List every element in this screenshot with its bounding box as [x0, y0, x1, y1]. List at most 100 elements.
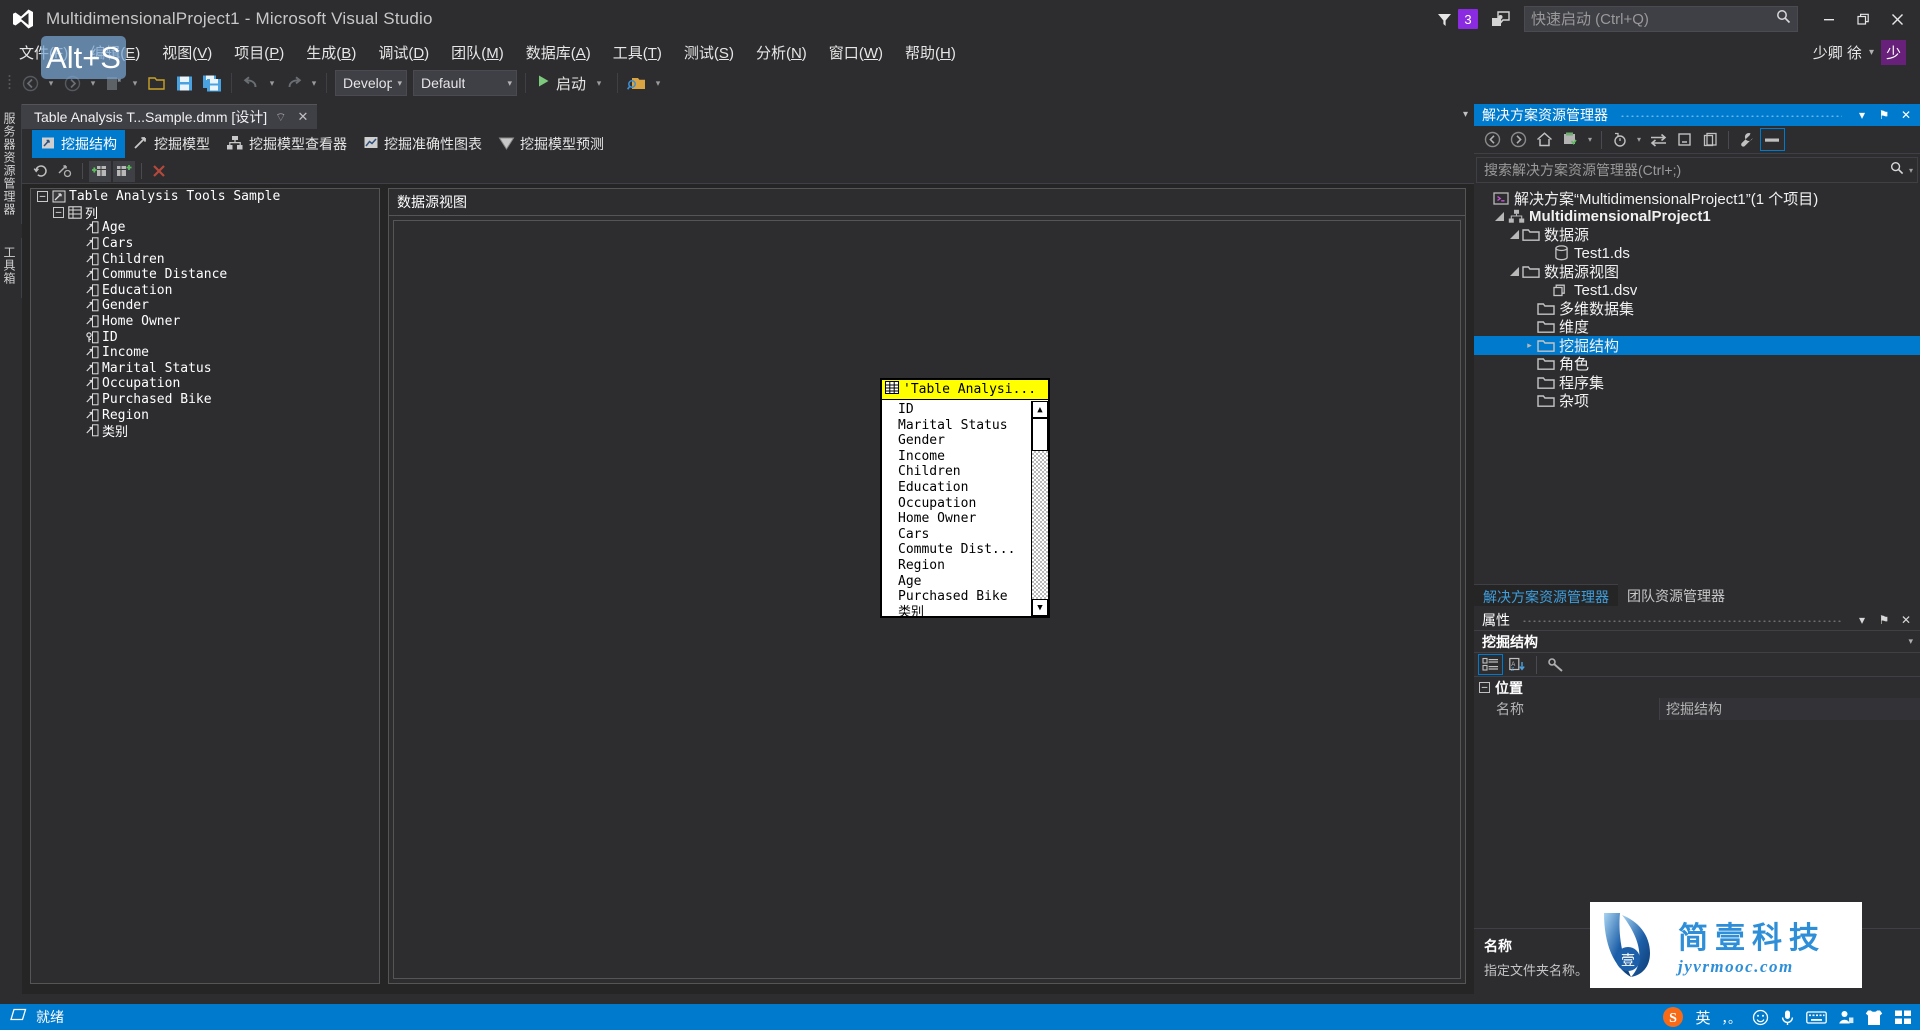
table-column-item[interactable]: Region — [898, 558, 1048, 574]
menu-item-11[interactable]: 窗口(W) — [818, 39, 894, 66]
pending-changes-icon[interactable] — [1558, 128, 1583, 151]
table-column-item[interactable]: Purchased Bike — [898, 589, 1048, 605]
menu-item-12[interactable]: 帮助(H) — [894, 39, 967, 66]
solution-tree-item-5[interactable]: Test1.dsv — [1474, 281, 1920, 299]
data-source-view-canvas[interactable]: 'Table Analysi... ID Marital Status Gender… — [393, 220, 1461, 979]
tree-column-5[interactable]: Gender — [31, 298, 379, 314]
designer-tab-0[interactable]: 挖掘结构 — [32, 130, 125, 158]
menu-item-3[interactable]: 项目(P) — [223, 39, 295, 66]
table-column-item[interactable]: Age — [898, 574, 1048, 590]
navigate-back-icon[interactable] — [16, 69, 44, 97]
properties-close-icon[interactable]: ✕ — [1898, 613, 1914, 627]
table-column-item[interactable]: Occupation — [898, 496, 1048, 512]
properties-dropdown-icon[interactable]: ▾ — [1854, 613, 1870, 627]
sync-with-active-document-icon[interactable] — [1646, 128, 1671, 151]
feedback-filter-icon[interactable] — [1431, 6, 1457, 32]
toolbox-grid-icon[interactable] — [1894, 1009, 1912, 1026]
table-node-scrollbar[interactable]: ▲ ▼ — [1031, 401, 1048, 616]
tree-expander[interactable]: – — [53, 206, 64, 218]
start-caret[interactable]: ▾ — [592, 69, 606, 97]
solution-tree-item-0[interactable]: 解决方案“MultidimensionalProject1”(1 个项目) — [1474, 189, 1920, 208]
home-icon[interactable] — [1532, 128, 1557, 151]
tree-column-4[interactable]: Education — [31, 283, 379, 299]
designer-tab-2[interactable]: 挖掘模型查看器 — [218, 130, 355, 158]
redo-caret[interactable]: ▾ — [307, 69, 321, 97]
table-column-item[interactable]: Children — [898, 464, 1048, 480]
tree-column-2[interactable]: Children — [31, 251, 379, 267]
solution-tree-item-8[interactable]: ▸ 挖掘结构 — [1474, 336, 1920, 355]
properties-drag-dots[interactable] — [1522, 617, 1842, 622]
scrollbar-track[interactable] — [1032, 451, 1048, 599]
solution-tree-item-10[interactable]: 程序集 — [1474, 373, 1920, 392]
chevron-down-icon-2[interactable]: ▾ — [507, 78, 512, 89]
toolbar-grip[interactable] — [4, 72, 16, 94]
show-all-files-caret[interactable]: ▾ — [1633, 128, 1645, 151]
solution-tree-item-9[interactable]: 角色 — [1474, 355, 1920, 373]
save-icon[interactable] — [170, 69, 198, 97]
save-all-icon[interactable] — [198, 69, 226, 97]
solution-explorer-search-input[interactable] — [1484, 162, 1890, 178]
tree-root-node[interactable]: – Table Analysis Tools Sample — [31, 189, 379, 205]
tree-column-3[interactable]: Commute Distance — [31, 267, 379, 283]
refresh-icon[interactable] — [30, 161, 52, 182]
sogou-logo-icon[interactable]: S — [1662, 1006, 1684, 1028]
tree-column-11[interactable]: Purchased Bike — [31, 392, 379, 408]
property-row-name[interactable]: 名称 挖掘结构 — [1474, 698, 1920, 720]
properties-object-caret[interactable]: ▾ — [1908, 636, 1913, 647]
search-options-caret[interactable]: ▾ — [1909, 166, 1913, 175]
document-tab-dmm[interactable]: Table Analysis T...Sample.dmm [设计] ⌔ ✕ — [22, 104, 318, 129]
voice-input-icon[interactable] — [1780, 1009, 1795, 1026]
quick-launch-box[interactable] — [1524, 6, 1798, 32]
mining-structure-properties-icon[interactable] — [54, 161, 76, 182]
skin-icon[interactable] — [1865, 1009, 1883, 1026]
solution-configuration-combo[interactable]: Develop ▾ — [335, 70, 407, 96]
collapse-all-icon[interactable] — [1672, 128, 1697, 151]
menu-item-2[interactable]: 视图(V) — [151, 39, 223, 66]
user-avatar[interactable]: 少 — [1881, 40, 1906, 65]
panel-dropdown-icon[interactable]: ▾ — [1854, 108, 1870, 122]
open-file-icon[interactable] — [142, 69, 170, 97]
pin-icon[interactable]: ⌔ — [275, 110, 286, 125]
undo-caret[interactable]: ▾ — [265, 69, 279, 97]
table-column-item[interactable]: Cars — [898, 527, 1048, 543]
solution-tree-item-4[interactable]: ◢ 数据源视图 — [1474, 263, 1920, 281]
tree-expander-icon[interactable]: ▸ — [1523, 340, 1536, 351]
menu-item-5[interactable]: 调试(D) — [367, 39, 440, 66]
tree-column-6[interactable]: Home Owner — [31, 314, 379, 330]
title-drag-dots[interactable] — [1620, 113, 1842, 117]
table-column-item[interactable]: Home Owner — [898, 511, 1048, 527]
menu-item-10[interactable]: 分析(N) — [745, 39, 818, 66]
close-button[interactable] — [1880, 4, 1914, 34]
search-icon[interactable] — [1890, 161, 1904, 180]
table-column-item[interactable]: Income — [898, 449, 1048, 465]
panel-close-icon[interactable]: ✕ — [1898, 108, 1914, 122]
solution-explorer-tree[interactable]: 解决方案“MultidimensionalProject1”(1 个项目) ◢ Mu… — [1474, 183, 1920, 410]
solution-platform-combo[interactable]: Default ▾ — [413, 70, 517, 96]
tree-expander-icon[interactable]: ◢ — [1508, 265, 1521, 278]
chevron-down-icon[interactable]: ▾ — [397, 78, 402, 89]
user-account-zone[interactable]: 少卿 徐 ▾ 少 — [1813, 40, 1906, 65]
categorized-view-icon[interactable] — [1478, 654, 1503, 675]
menu-item-9[interactable]: 测试(S) — [673, 39, 745, 66]
solution-tree-item-6[interactable]: 多维数据集 — [1474, 299, 1920, 318]
minimize-button[interactable] — [1812, 4, 1846, 34]
add-table-icon[interactable] — [89, 160, 111, 182]
notification-count-badge[interactable]: 3 — [1458, 9, 1478, 29]
table-column-item[interactable]: Education — [898, 480, 1048, 496]
tree-column-12[interactable]: Region — [31, 407, 379, 423]
navigate-forward-icon[interactable] — [1506, 128, 1531, 151]
redo-icon[interactable] — [279, 69, 307, 97]
language-mode-icon[interactable]: 英 — [1695, 1007, 1710, 1028]
send-feedback-icon[interactable] — [1488, 7, 1512, 31]
toolbar-overflow-caret[interactable]: ▾ — [651, 69, 665, 97]
solution-explorer-search-box[interactable]: ▾ — [1476, 157, 1918, 183]
navigate-back-icon[interactable] — [1480, 128, 1505, 151]
undo-icon[interactable] — [237, 69, 265, 97]
tree-column-1[interactable]: Cars — [31, 236, 379, 252]
table-node-box[interactable]: 'Table Analysi... ID Marital Status Gender… — [880, 378, 1050, 618]
table-node-column-list[interactable]: ID Marital Status Gender Income Children Educ… — [882, 401, 1048, 616]
tree-expander[interactable]: – — [37, 191, 48, 203]
solution-tree-item-1[interactable]: ◢ MultidimensionalProject1 — [1474, 207, 1920, 225]
search-icon[interactable] — [1776, 9, 1791, 29]
menu-item-7[interactable]: 数据库(A) — [515, 39, 602, 66]
